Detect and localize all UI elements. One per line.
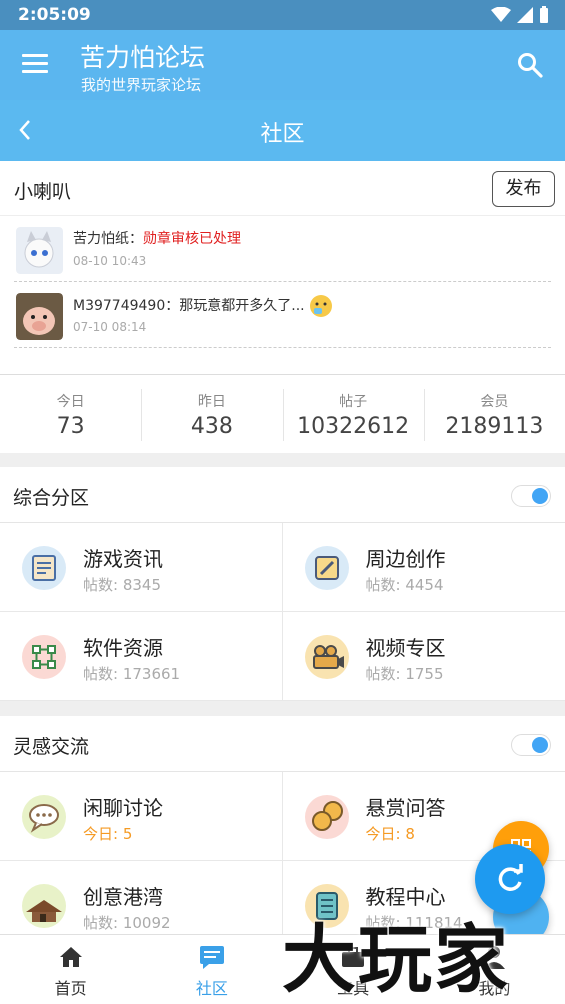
message-text: 那玩意都开多久了... <box>179 298 305 314</box>
home-icon <box>59 947 82 967</box>
board-count: 帖数: 8345 <box>83 576 161 594</box>
nav-forum[interactable]: 社区 <box>141 935 282 1004</box>
status-bar: 2:05:09 <box>0 0 565 30</box>
app-title: 苦力怕论坛 <box>80 43 206 72</box>
board-count: 帖数: 4454 <box>365 576 444 594</box>
avatar <box>16 293 63 340</box>
watermark: 大玩家 <box>282 917 510 1003</box>
page-title: 社区 <box>260 122 305 147</box>
board-item[interactable]: 周边创作 帖数: 4454 <box>282 523 565 612</box>
signal-icon <box>517 7 533 23</box>
page-header: 社区 <box>0 100 565 161</box>
board-name: 闲聊讨论 <box>83 796 163 820</box>
board-name: 游戏资讯 <box>83 547 163 571</box>
board-today-count: 今日: 8 <box>365 825 415 843</box>
avatar <box>16 227 63 274</box>
speaker-message[interactable]: M397749490：那玩意都开多久了... 07-10 08:14 <box>14 282 551 348</box>
chat-icon <box>22 795 66 839</box>
board-name: 周边创作 <box>365 547 446 571</box>
section-header: 灵感交流 <box>0 716 565 772</box>
menu-icon[interactable] <box>22 54 48 76</box>
board-count: 帖数: 1755 <box>365 665 444 683</box>
forum-icon <box>199 946 224 969</box>
board-item[interactable]: 视频专区 帖数: 1755 <box>282 612 565 701</box>
speaker-panel: 小喇叭 发布 苦力怕纸：勋章审核已处理 08-10 10:43 M3977494… <box>0 161 565 374</box>
wifi-icon <box>491 7 511 22</box>
speaker-label: 小喇叭 <box>14 181 72 203</box>
message-text: 勋章审核已处理 <box>143 231 241 247</box>
board-count: 帖数: 10092 <box>83 914 171 932</box>
section-title: 灵感交流 <box>13 736 90 758</box>
house-icon <box>22 884 66 928</box>
network-icon <box>22 635 66 679</box>
message-date: 07-10 08:14 <box>73 320 147 334</box>
forum-stats: 今日 73 昨日 438 帖子 10322612 会员 2189113 <box>0 374 565 453</box>
board-name: 软件资源 <box>83 636 163 660</box>
board-today-count: 今日: 5 <box>83 825 133 843</box>
section-title: 综合分区 <box>13 487 90 509</box>
message-user: M397749490 <box>73 298 166 314</box>
board-grid: 游戏资讯 帖数: 8345 周边创作 帖数: 4454 软件资源 帖数: 173… <box>0 523 565 701</box>
battery-icon <box>540 6 548 23</box>
nav-home[interactable]: 首页 <box>0 935 141 1004</box>
stat-today: 今日 73 <box>56 394 85 439</box>
emoji-icon <box>310 295 333 317</box>
app-subtitle: 我的世界玩家论坛 <box>81 76 202 94</box>
stat-posts: 帖子 10322612 <box>282 375 424 453</box>
section-header: 综合分区 <box>0 467 565 523</box>
section-toggle[interactable] <box>511 485 551 507</box>
publish-button[interactable]: 发布 <box>492 171 555 207</box>
news-icon <box>22 546 66 590</box>
status-time: 2:05:09 <box>18 5 91 25</box>
board-name: 创意港湾 <box>83 885 163 909</box>
stat-members: 会员 2189113 <box>423 375 565 453</box>
edit-icon <box>304 546 349 590</box>
camera-icon <box>304 635 349 679</box>
board-count: 帖数: 173661 <box>83 665 181 683</box>
section-toggle[interactable] <box>511 734 551 756</box>
board-item[interactable]: 闲聊讨论 今日: 5 <box>0 772 283 861</box>
message-user: 苦力怕纸 <box>73 231 129 247</box>
board-item[interactable]: 游戏资讯 帖数: 8345 <box>0 523 283 612</box>
stat-yesterday: 昨日 438 <box>141 375 282 453</box>
board-name: 悬赏问答 <box>365 796 446 820</box>
speaker-message[interactable]: 苦力怕纸：勋章审核已处理 08-10 10:43 <box>14 216 551 282</box>
message-date: 08-10 10:43 <box>73 254 147 268</box>
search-icon[interactable] <box>517 52 543 78</box>
app-bar: 苦力怕论坛 我的世界玩家论坛 <box>0 30 565 100</box>
coins-icon <box>304 795 349 839</box>
board-name: 视频专区 <box>365 636 446 660</box>
board-item[interactable]: 软件资源 帖数: 173661 <box>0 612 283 701</box>
